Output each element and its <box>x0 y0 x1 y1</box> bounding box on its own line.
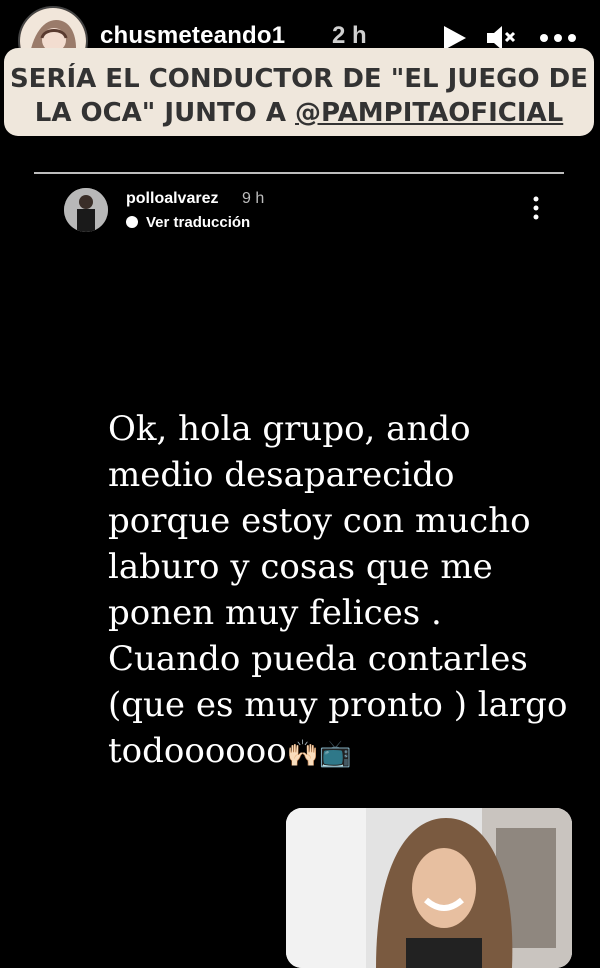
repost-avatar[interactable] <box>64 188 108 232</box>
translate-label: Ver traducción <box>146 214 251 231</box>
post-text-body: Ok, hola grupo, ando medio desaparecido … <box>108 409 568 771</box>
translate-icon <box>126 216 138 228</box>
headline-text: SERÍA EL CONDUCTOR DE "EL JUEGO DE LA OC… <box>4 62 594 130</box>
divider <box>34 172 564 174</box>
see-translation-link[interactable]: Ver traducción <box>126 214 250 231</box>
story-time: 2 h <box>332 22 367 49</box>
repost-username[interactable]: polloalvarez <box>126 190 218 208</box>
raised-hands-emoji: 🙌🏻 <box>286 739 320 769</box>
story-username[interactable]: chusmeteando1 <box>100 22 285 50</box>
headline-banner: SERÍA EL CONDUCTOR DE "EL JUEGO DE LA OC… <box>4 48 594 136</box>
headline-mention[interactable]: @PAMPITAOFICIAL <box>295 98 563 128</box>
photo-thumbnail[interactable] <box>286 808 572 968</box>
tv-emoji: 📺 <box>319 739 352 769</box>
post-text: Ok, hola grupo, ando medio desaparecido … <box>108 406 578 777</box>
repost-header: polloalvarez 9 h Ver traducción <box>64 186 564 234</box>
repost-more-icon[interactable] <box>526 194 546 222</box>
repost-time: 9 h <box>242 190 265 207</box>
